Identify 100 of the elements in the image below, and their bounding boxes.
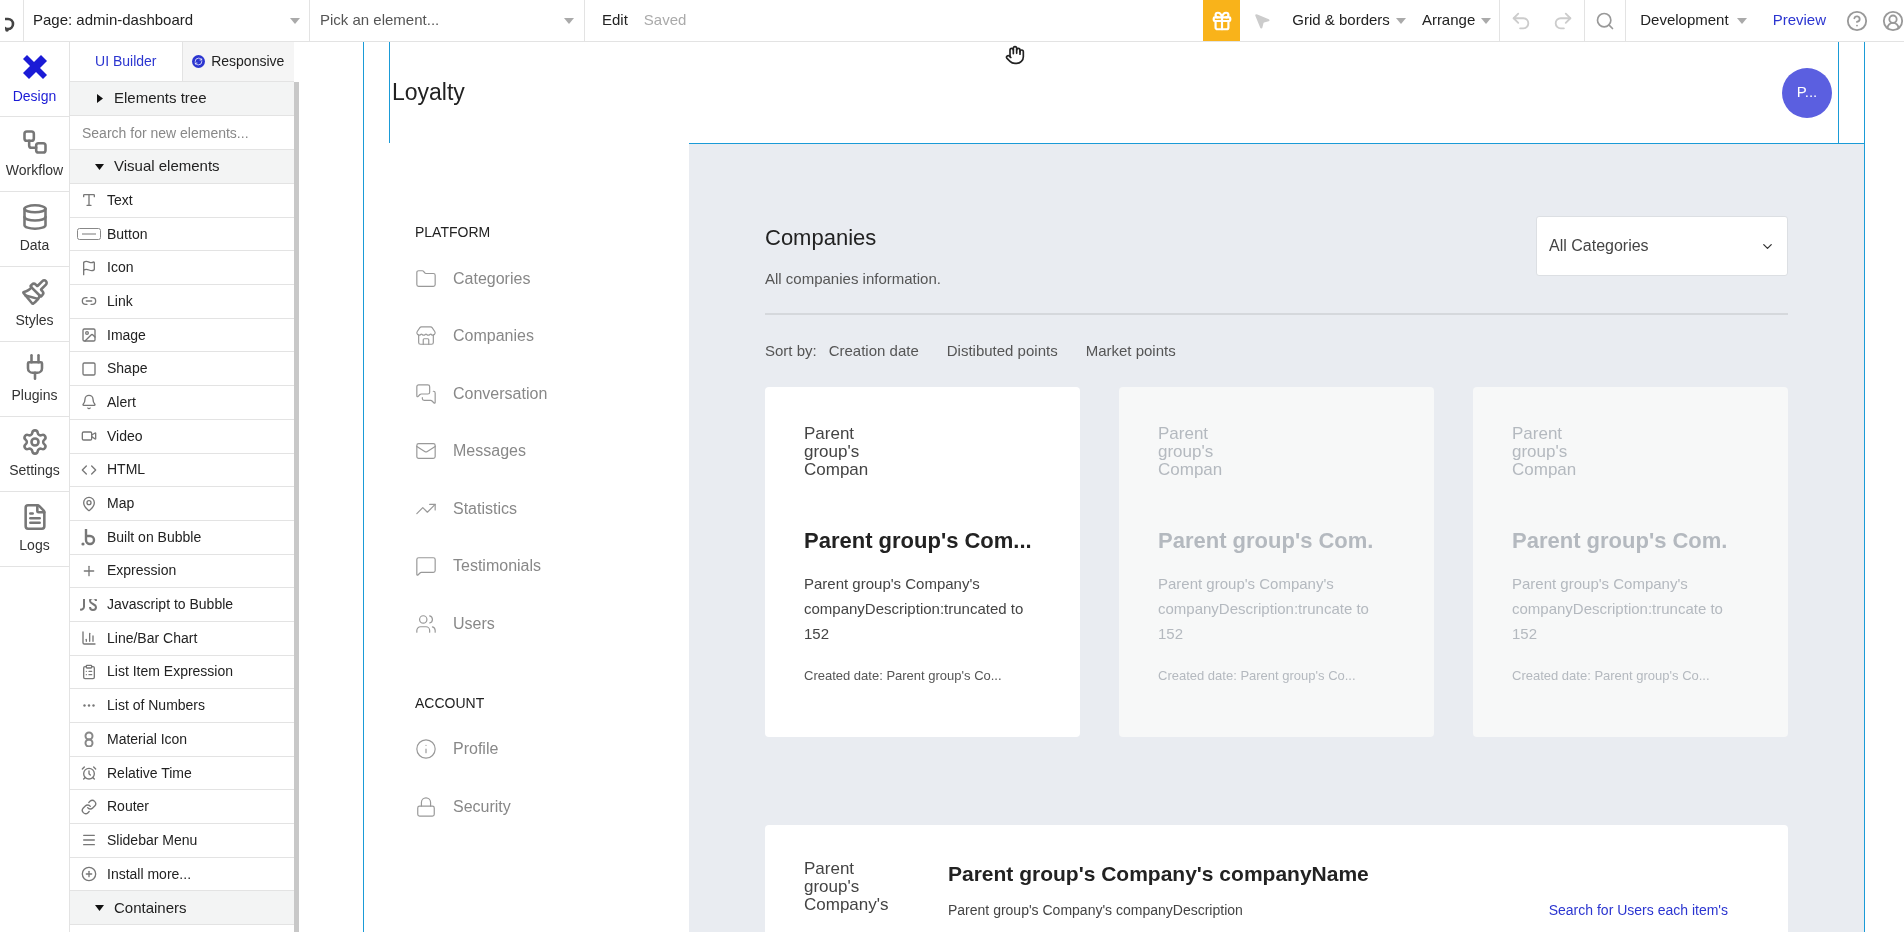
triangle-icon bbox=[95, 94, 104, 103]
caret-icon bbox=[1736, 17, 1747, 24]
nav-tab[interactable]: Styles bbox=[0, 267, 69, 342]
elements-tree-header[interactable]: Elements tree bbox=[70, 82, 294, 116]
scrollbar[interactable] bbox=[294, 82, 299, 932]
nav-tab[interactable]: Logs bbox=[0, 492, 69, 567]
caret-icon bbox=[1395, 17, 1406, 24]
bar-chart-icon bbox=[80, 630, 97, 647]
sort-label: Sort by: bbox=[765, 340, 817, 361]
section-title: Companies bbox=[765, 224, 878, 252]
folder-icon bbox=[415, 267, 437, 290]
brush-icon bbox=[20, 277, 49, 306]
info-icon bbox=[415, 738, 437, 761]
section-header[interactable]: Containers bbox=[70, 891, 294, 926]
lock-icon bbox=[415, 795, 437, 818]
caret-icon bbox=[564, 17, 574, 24]
refresh-icon bbox=[192, 55, 206, 68]
caret-icon bbox=[1481, 17, 1492, 24]
search-users-link[interactable]: Search for Users each item's bbox=[1548, 899, 1728, 921]
card-description: Parent group's Company's companyDescription:truncate to 152 bbox=[1512, 574, 1724, 644]
element-select[interactable]: Pick an element... bbox=[310, 0, 585, 41]
card-created-date: Created date: Parent group's Co... bbox=[804, 667, 1003, 685]
page-nav-item[interactable]: Categories bbox=[415, 250, 689, 308]
nav-tab[interactable]: Settings bbox=[0, 417, 69, 492]
help-icon bbox=[1846, 9, 1868, 32]
card-title: Parent group's Com... bbox=[804, 527, 1033, 555]
app-title: Loyalty bbox=[392, 78, 465, 108]
sort-option[interactable]: Creation date bbox=[828, 339, 919, 362]
sort-option[interactable]: Distibuted points bbox=[946, 339, 1058, 362]
search-field[interactable]: Search for new elements... bbox=[70, 116, 294, 150]
saved-status: Saved bbox=[643, 10, 687, 31]
grid-borders-menu[interactable]: Grid & borders bbox=[1284, 9, 1414, 32]
card-created-date: Created date: Parent group's Co... bbox=[1158, 667, 1357, 685]
page-nav-item[interactable]: Messages bbox=[415, 422, 689, 480]
element-item[interactable]: Button bbox=[70, 217, 294, 252]
page-nav-item[interactable]: Profile bbox=[415, 720, 689, 778]
page-nav-item[interactable]: Conversation bbox=[415, 365, 689, 423]
chat-bubbles-icon bbox=[415, 382, 437, 405]
environment-menu[interactable]: Development bbox=[1626, 9, 1761, 32]
gear-icon bbox=[20, 427, 49, 456]
letter-t-icon bbox=[80, 192, 97, 209]
card-description: Parent group's Company's companyDescription:truncate to 152 bbox=[1158, 574, 1370, 644]
element-item[interactable]: Shape bbox=[70, 352, 294, 387]
card-title: Parent group's Com. bbox=[1512, 527, 1729, 555]
hierarchy-icon bbox=[20, 127, 49, 156]
edit-button[interactable]: Edit bbox=[602, 9, 628, 32]
image-placeholder-text: Parent group's Compan bbox=[1158, 425, 1224, 479]
nav-tab[interactable]: Design bbox=[0, 42, 69, 117]
detail-description: Parent group's Company's companyDescription bbox=[948, 900, 1243, 920]
gift-button[interactable] bbox=[1203, 0, 1241, 41]
clipboard-icon bbox=[80, 663, 97, 680]
card-title: Parent group's Com. bbox=[1158, 527, 1375, 555]
pointer-icon bbox=[1253, 11, 1272, 30]
rectangle-icon bbox=[80, 360, 97, 377]
chat-bubble-icon bbox=[415, 555, 437, 578]
gift-icon bbox=[1210, 9, 1233, 32]
js-icon bbox=[79, 598, 98, 611]
page-nav-item[interactable]: Users bbox=[415, 595, 689, 653]
sort-option[interactable]: Market points bbox=[1085, 339, 1176, 362]
dots-icon bbox=[82, 704, 95, 708]
triangle-icon bbox=[95, 162, 104, 171]
search-icon bbox=[1595, 10, 1616, 31]
page-nav-item[interactable]: Testimonials bbox=[415, 537, 689, 595]
image-placeholder-text: Parent group's Compan bbox=[1512, 425, 1578, 479]
triangle-icon bbox=[95, 903, 104, 913]
panel-tab[interactable]: Responsive bbox=[181, 42, 294, 81]
category-select[interactable]: All Categories bbox=[1536, 216, 1788, 276]
card-created-date: Created date: Parent group's Co... bbox=[1512, 667, 1711, 685]
flag-icon bbox=[80, 259, 97, 276]
nav-tab[interactable]: Data bbox=[0, 192, 69, 267]
page-nav-item[interactable]: Security bbox=[415, 778, 689, 836]
page-select[interactable]: Page: admin-dashboard bbox=[24, 0, 310, 41]
map-pin-icon bbox=[80, 495, 97, 512]
element-item[interactable]: Material Icon bbox=[70, 723, 294, 757]
nav-tab[interactable]: Workflow bbox=[0, 117, 69, 192]
user-icon bbox=[1882, 9, 1904, 32]
nav-heading: ACCOUNT bbox=[415, 693, 486, 713]
store-icon bbox=[415, 325, 437, 348]
chain-icon bbox=[80, 798, 97, 815]
nav-heading: PLATFORM bbox=[415, 223, 492, 242]
detail-title: Parent group's Company's companyName bbox=[948, 861, 1370, 887]
database-icon bbox=[20, 202, 49, 231]
arrange-menu[interactable]: Arrange bbox=[1413, 0, 1501, 41]
button-icon bbox=[76, 228, 101, 241]
avatar[interactable]: P... bbox=[1782, 67, 1832, 118]
preview-link[interactable]: Preview bbox=[1760, 9, 1838, 32]
card-description: Parent group's Company's companyDescription:truncated to 152 bbox=[804, 574, 1025, 644]
section-subtitle: All companies information. bbox=[765, 269, 941, 289]
page-nav-item[interactable]: Companies bbox=[415, 307, 689, 365]
image-icon bbox=[80, 327, 97, 344]
plus-circle-icon bbox=[80, 866, 97, 883]
company-card[interactable]: Parent group's Compan Parent group's Com... Parent group's Company's companyDescription:truncated to 152 Created date: Parent group's Co... bbox=[765, 387, 1080, 737]
page-nav-item[interactable]: Statistics bbox=[415, 480, 689, 538]
image-placeholder-text: Parent group's Company's bbox=[804, 860, 890, 916]
section-header[interactable]: Visual elements bbox=[70, 150, 294, 184]
users-icon bbox=[415, 612, 437, 635]
image-placeholder-text: Parent group's Compan bbox=[804, 425, 870, 479]
element-item[interactable]: Image bbox=[70, 318, 294, 353]
nav-tab[interactable]: Plugins bbox=[0, 342, 69, 417]
bell-icon bbox=[80, 394, 97, 411]
